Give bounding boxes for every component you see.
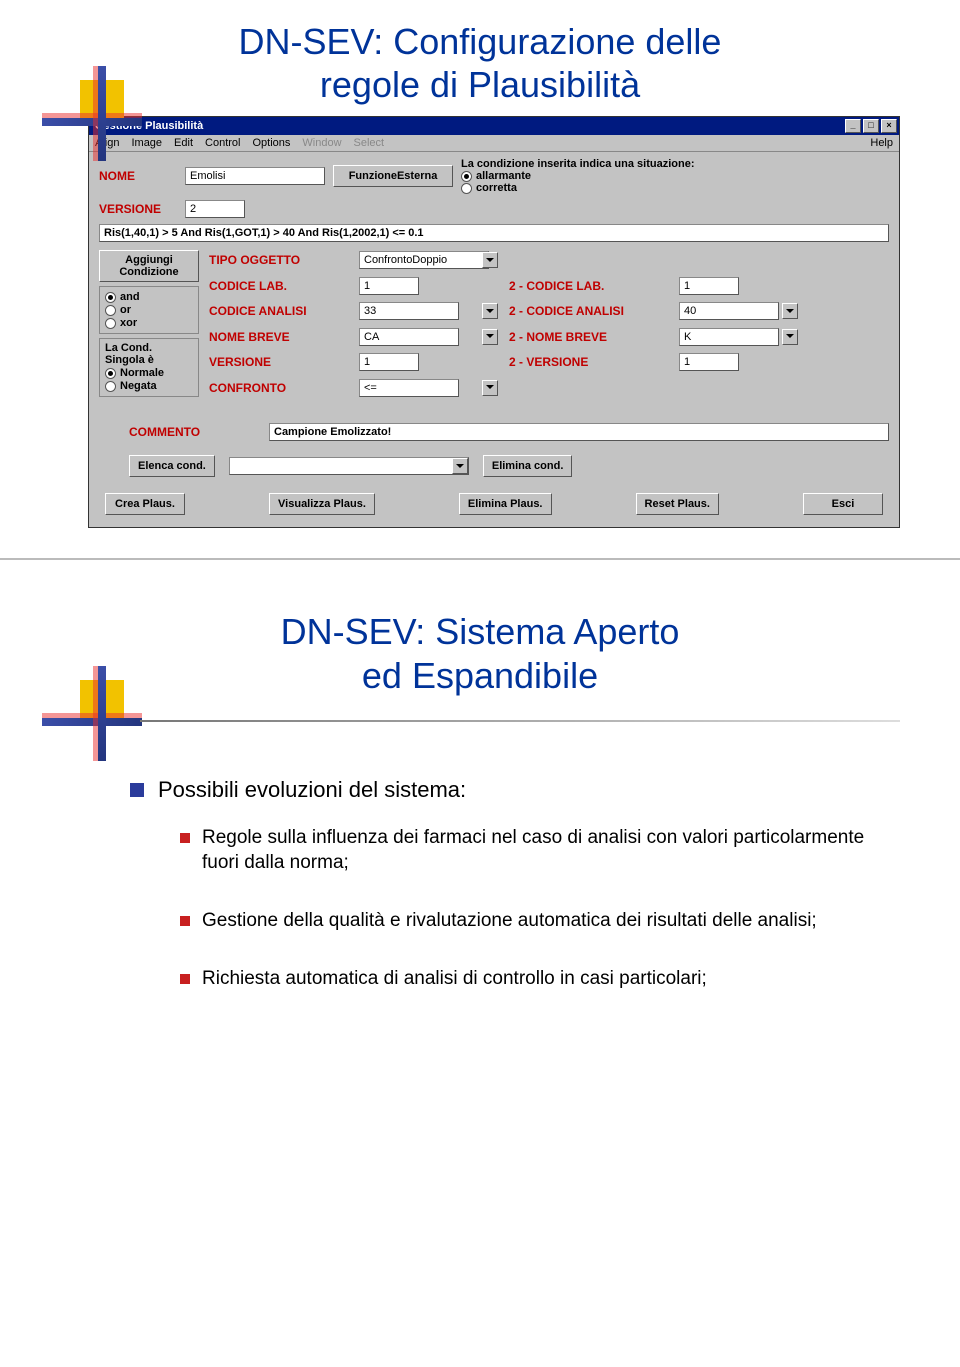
versione3-input[interactable] [679, 353, 739, 371]
bullet-square-icon [180, 833, 190, 843]
tipo-oggetto-select[interactable] [359, 251, 489, 269]
nome-breve2-label: 2 - NOME BREVE [509, 330, 669, 344]
versione-input[interactable] [185, 200, 245, 218]
chevron-down-icon[interactable] [782, 329, 798, 345]
minimize-button[interactable]: _ [845, 119, 861, 133]
bullet-item: Gestione della qualità e rivalutazione a… [180, 908, 870, 934]
versione2-input[interactable] [359, 353, 419, 371]
menu-help[interactable]: Help [870, 137, 893, 149]
confronto-label: CONFRONTO [209, 381, 349, 395]
chevron-down-icon[interactable] [782, 303, 798, 319]
slide1-title-line2: regole di Plausibilità [60, 63, 900, 106]
esci-button[interactable]: Esci [803, 493, 883, 515]
menu-select: Select [354, 137, 385, 149]
aggiungi-condizione-button[interactable]: Aggiungi Condizione [99, 250, 199, 282]
condition-expression-input[interactable] [99, 224, 889, 242]
visualizza-plaus-button[interactable]: Visualizza Plaus. [269, 493, 375, 515]
chevron-down-icon[interactable] [482, 380, 498, 396]
versione2-label: VERSIONE [209, 355, 349, 369]
versione-label: VERSIONE [99, 202, 177, 216]
codice-analisi2-select[interactable] [679, 302, 779, 320]
versione3-label: 2 - VERSIONE [509, 355, 669, 369]
app-window: Gestione Plausibilità _ □ × Align Image … [88, 116, 900, 528]
codice-lab2-label: 2 - CODICE LAB. [509, 279, 669, 293]
titlebar[interactable]: Gestione Plausibilità _ □ × [89, 117, 899, 135]
nome-breve-label: NOME BREVE [209, 330, 349, 344]
nome-breve-select[interactable] [359, 328, 459, 346]
window-title: Gestione Plausibilità [91, 120, 843, 132]
menu-edit[interactable]: Edit [174, 137, 193, 149]
codice-analisi2-label: 2 - CODICE ANALISI [509, 304, 669, 318]
radio-icon [461, 171, 472, 182]
elimina-cond-button[interactable]: Elimina cond. [483, 455, 573, 477]
funzione-esterna-button[interactable]: FunzioneEsterna [333, 165, 453, 187]
radio-icon [461, 183, 472, 194]
crea-plaus-button[interactable]: Crea Plaus. [105, 493, 185, 515]
reset-plaus-button[interactable]: Reset Plaus. [636, 493, 719, 515]
cond-list-select[interactable] [229, 457, 469, 475]
bullet-item: Richiesta automatica di analisi di contr… [180, 966, 870, 992]
elenca-cond-button[interactable]: Elenca cond. [129, 455, 215, 477]
codice-lab-input[interactable] [359, 277, 419, 295]
nome-breve2-select[interactable] [679, 328, 779, 346]
chevron-down-icon[interactable] [452, 458, 468, 474]
menu-control[interactable]: Control [205, 137, 240, 149]
bullet-square-icon [130, 783, 144, 797]
bullet-item: Regole sulla influenza dei farmaci nel c… [180, 825, 870, 876]
codice-analisi-select[interactable] [359, 302, 459, 320]
cond-sign-group: La Cond.Singola è Normale Negata [99, 338, 199, 397]
slide1-title-line1: DN-SEV: Configurazione delle [60, 20, 900, 63]
codice-lab2-input[interactable] [679, 277, 739, 295]
nome-input[interactable] [185, 167, 325, 185]
menubar: Align Image Edit Control Options Window … [89, 135, 899, 152]
radio-negata[interactable]: Negata [105, 380, 193, 392]
close-button[interactable]: × [881, 119, 897, 133]
slide2-title-line2: ed Espandibile [60, 654, 900, 697]
maximize-button[interactable]: □ [863, 119, 879, 133]
chevron-down-icon[interactable] [482, 329, 498, 345]
confronto-select[interactable] [359, 379, 459, 397]
radio-corretta[interactable]: corretta [461, 182, 889, 194]
slide-decoration [52, 676, 142, 776]
radio-xor[interactable]: xor [105, 317, 193, 329]
chevron-down-icon[interactable] [482, 303, 498, 319]
slide-decoration [52, 76, 142, 176]
commento-label: COMMENTO [129, 425, 249, 439]
menu-options[interactable]: Options [252, 137, 290, 149]
bullet-square-icon [180, 916, 190, 926]
elimina-plaus-button[interactable]: Elimina Plaus. [459, 493, 552, 515]
codice-analisi-label: CODICE ANALISI [209, 304, 349, 318]
horizontal-rule [140, 720, 900, 722]
codice-lab-label: CODICE LAB. [209, 279, 349, 293]
condizione-text: La condizione inserita indica una situaz… [461, 158, 889, 170]
tipo-oggetto-label: TIPO OGGETTO [209, 253, 349, 267]
radio-or[interactable]: or [105, 304, 193, 316]
slide2-title-line1: DN-SEV: Sistema Aperto [60, 610, 900, 653]
commento-input[interactable] [269, 423, 889, 441]
bullet-square-icon [180, 974, 190, 984]
radio-normale[interactable]: Normale [105, 367, 193, 379]
chevron-down-icon[interactable] [482, 252, 498, 268]
menu-window: Window [302, 137, 341, 149]
radio-allarmante[interactable]: allarmante [461, 170, 889, 182]
radio-and[interactable]: and [105, 291, 193, 303]
bullet-lead: Possibili evoluzioni del sistema: [130, 777, 870, 803]
logic-operator-group: and or xor [99, 286, 199, 334]
